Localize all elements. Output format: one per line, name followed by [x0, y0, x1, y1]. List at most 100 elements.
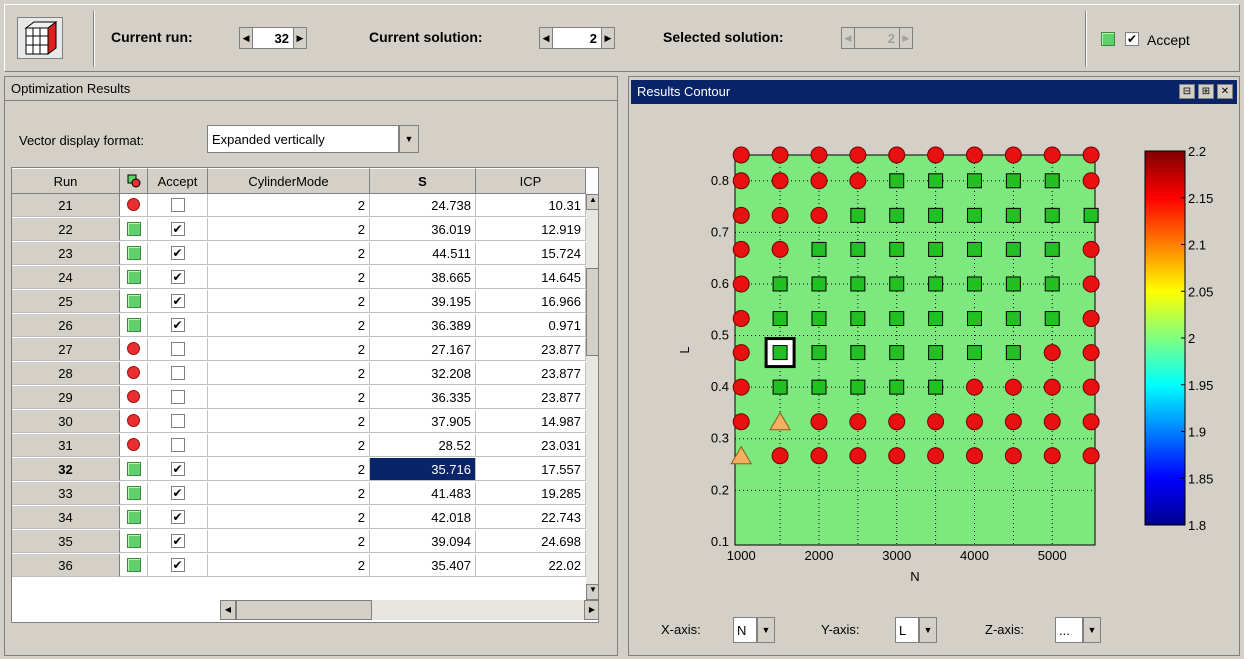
table-row[interactable]: 27 2 27.167 23.877	[12, 338, 586, 361]
cylindermode-cell[interactable]: 2	[208, 242, 370, 265]
scroll-thumb-horizontal[interactable]	[236, 600, 372, 620]
cylindermode-cell[interactable]: 2	[208, 434, 370, 457]
s-cell[interactable]: 38.665	[370, 266, 476, 289]
horizontal-scrollbar[interactable]: ◀ ▶	[220, 600, 598, 620]
icp-cell[interactable]: 14.987	[476, 410, 586, 433]
accept-checkbox[interactable]	[170, 390, 185, 404]
col-header-status[interactable]	[120, 168, 148, 194]
table-row[interactable]: 21 2 24.738 10.31	[12, 194, 586, 217]
table-row[interactable]: 25 ✔ 2 39.195 16.966	[12, 290, 586, 313]
col-header-s[interactable]: S	[370, 168, 476, 194]
results-contour-chart[interactable]: 1000 2000 3000 4000 5000 0.1 0.2 0.3 0.4 0.5 0.6 0.…	[629, 107, 1239, 607]
table-row[interactable]: 29 2 36.335 23.877	[12, 386, 586, 409]
s-cell[interactable]: 35.716	[370, 458, 476, 481]
current-run-value[interactable]: 32	[253, 27, 293, 49]
s-cell[interactable]: 27.167	[370, 338, 476, 361]
run-cell[interactable]: 36	[12, 554, 120, 577]
accept-checkbox[interactable]	[170, 438, 185, 452]
scroll-down-icon[interactable]: ▼	[586, 584, 598, 600]
accept-checkbox[interactable]: ✔	[170, 462, 185, 476]
accept-checkbox[interactable]: ✔	[1125, 32, 1139, 46]
accept-cell[interactable]: ✔	[148, 314, 208, 337]
y-axis-value[interactable]: L	[895, 617, 919, 643]
split-horizontal-icon[interactable]: ⊟	[1179, 84, 1195, 99]
accept-checkbox[interactable]: ✔	[170, 510, 185, 524]
accept-checkbox[interactable]: ✔	[170, 222, 185, 236]
vector-format-select[interactable]: Expanded vertically ▼	[207, 125, 419, 153]
x-axis-select[interactable]: N ▼	[733, 617, 775, 643]
icp-cell[interactable]: 15.724	[476, 242, 586, 265]
s-cell[interactable]: 36.389	[370, 314, 476, 337]
run-cell[interactable]: 33	[12, 482, 120, 505]
run-cell[interactable]: 28	[12, 362, 120, 385]
accept-cell[interactable]	[148, 194, 208, 217]
chevron-down-icon[interactable]: ▼	[399, 125, 419, 153]
col-header-accept[interactable]: Accept	[148, 168, 208, 194]
accept-cell[interactable]: ✔	[148, 266, 208, 289]
s-cell[interactable]: 39.195	[370, 290, 476, 313]
s-cell[interactable]: 42.018	[370, 506, 476, 529]
icp-cell[interactable]: 16.966	[476, 290, 586, 313]
accept-checkbox[interactable]	[170, 342, 185, 356]
icp-cell[interactable]: 22.02	[476, 554, 586, 577]
accept-cell[interactable]	[148, 434, 208, 457]
spin-left-icon[interactable]: ◀	[539, 27, 553, 49]
icp-cell[interactable]: 24.698	[476, 530, 586, 553]
accept-checkbox[interactable]: ✔	[170, 534, 185, 548]
chevron-down-icon[interactable]: ▼	[919, 617, 937, 643]
table-row[interactable]: 33 ✔ 2 41.483 19.285	[12, 482, 586, 505]
run-cell[interactable]: 23	[12, 242, 120, 265]
s-cell[interactable]: 37.905	[370, 410, 476, 433]
run-cell[interactable]: 24	[12, 266, 120, 289]
chevron-down-icon[interactable]: ▼	[1083, 617, 1101, 643]
current-run-spinner[interactable]: ◀ 32 ▶	[239, 26, 307, 50]
accept-checkbox[interactable]: ✔	[170, 486, 185, 500]
icp-cell[interactable]: 12.919	[476, 218, 586, 241]
icp-cell[interactable]: 23.877	[476, 362, 586, 385]
accept-cell[interactable]: ✔	[148, 458, 208, 481]
icp-cell[interactable]: 14.645	[476, 266, 586, 289]
cylindermode-cell[interactable]: 2	[208, 482, 370, 505]
run-cell[interactable]: 27	[12, 338, 120, 361]
s-cell[interactable]: 32.208	[370, 362, 476, 385]
col-header-icp[interactable]: ICP	[476, 168, 586, 194]
run-cell[interactable]: 29	[12, 386, 120, 409]
z-axis-select[interactable]: ... ▼	[1055, 617, 1101, 643]
scroll-right-icon[interactable]: ▶	[584, 600, 598, 620]
cube-icon[interactable]	[17, 17, 63, 59]
spin-right-icon[interactable]: ▶	[601, 27, 615, 49]
run-cell[interactable]: 25	[12, 290, 120, 313]
cylindermode-cell[interactable]: 2	[208, 530, 370, 553]
icp-cell[interactable]: 23.877	[476, 386, 586, 409]
cylindermode-cell[interactable]: 2	[208, 362, 370, 385]
current-solution-value[interactable]: 2	[553, 27, 601, 49]
table-row[interactable]: 32 ✔ 2 35.716 17.557	[12, 458, 586, 481]
run-cell[interactable]: 34	[12, 506, 120, 529]
table-row[interactable]: 31 2 28.52 23.031	[12, 434, 586, 457]
table-row[interactable]: 35 ✔ 2 39.094 24.698	[12, 530, 586, 553]
run-cell[interactable]: 35	[12, 530, 120, 553]
accept-checkbox[interactable]: ✔	[170, 318, 185, 332]
table-row[interactable]: 30 2 37.905 14.987	[12, 410, 586, 433]
accept-cell[interactable]: ✔	[148, 482, 208, 505]
split-vertical-icon[interactable]: ⊞	[1198, 84, 1214, 99]
cylindermode-cell[interactable]: 2	[208, 290, 370, 313]
cylindermode-cell[interactable]: 2	[208, 338, 370, 361]
spin-right-icon[interactable]: ▶	[293, 27, 307, 49]
accept-cell[interactable]	[148, 362, 208, 385]
s-cell[interactable]: 44.511	[370, 242, 476, 265]
accept-cell[interactable]: ✔	[148, 290, 208, 313]
accept-checkbox[interactable]	[170, 198, 185, 212]
table-row[interactable]: 22 ✔ 2 36.019 12.919	[12, 218, 586, 241]
run-cell[interactable]: 32	[12, 458, 120, 481]
icp-cell[interactable]: 0.971	[476, 314, 586, 337]
cylindermode-cell[interactable]: 2	[208, 314, 370, 337]
cylindermode-cell[interactable]: 2	[208, 194, 370, 217]
accept-cell[interactable]: ✔	[148, 554, 208, 577]
s-cell[interactable]: 36.335	[370, 386, 476, 409]
accept-checkbox[interactable]: ✔	[170, 246, 185, 260]
s-cell[interactable]: 36.019	[370, 218, 476, 241]
accept-cell[interactable]: ✔	[148, 506, 208, 529]
col-header-run[interactable]: Run	[12, 168, 120, 194]
accept-cell[interactable]: ✔	[148, 242, 208, 265]
